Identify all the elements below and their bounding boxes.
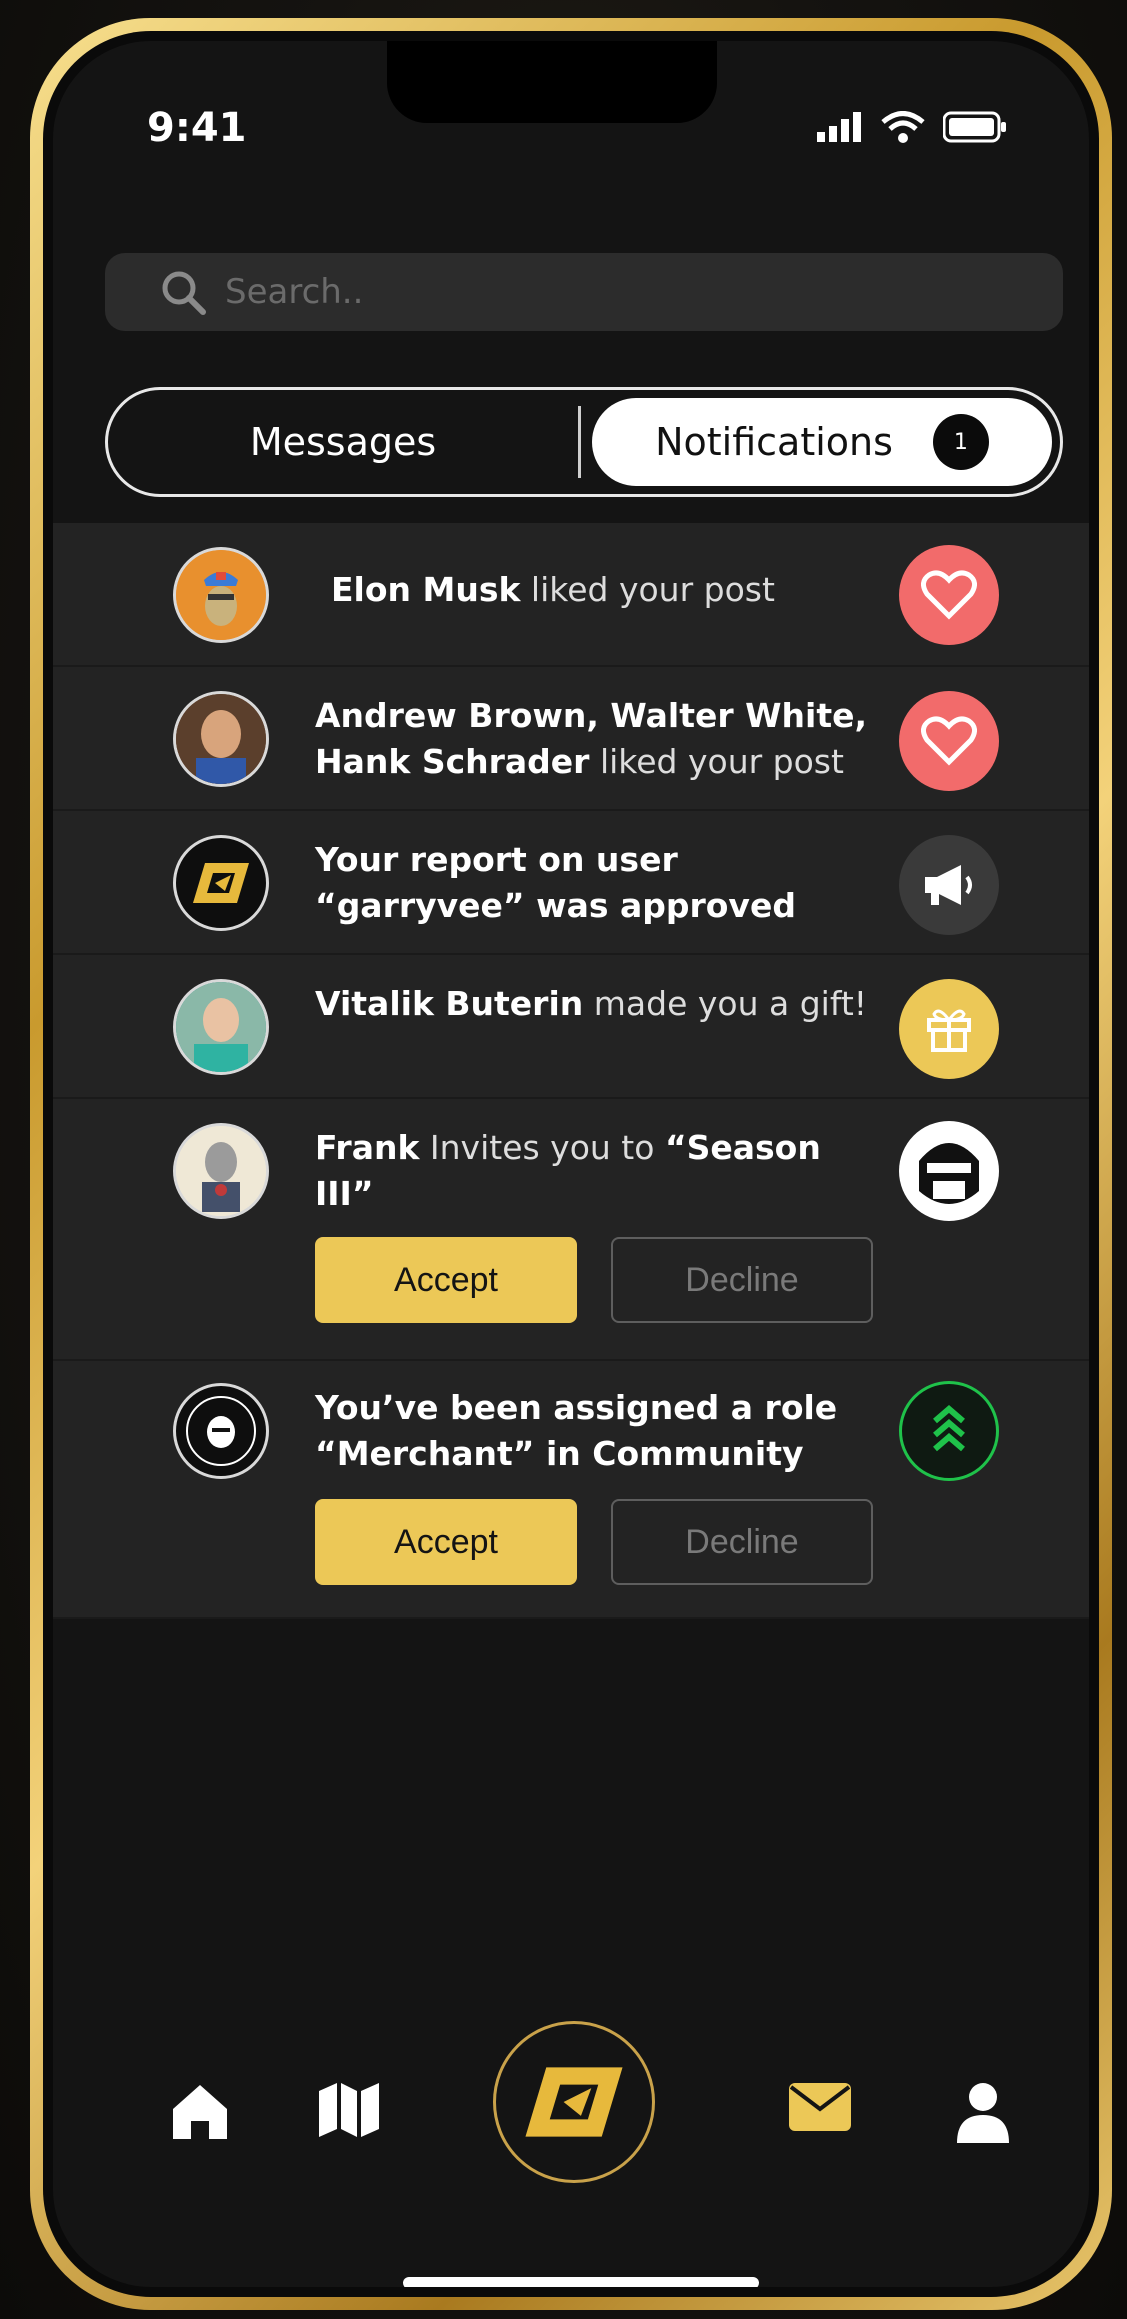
role-actions: Accept Decline <box>315 1499 873 1585</box>
gift-icon <box>927 1009 971 1052</box>
club-badge-icon <box>178 1388 264 1474</box>
notification-text: Your report on user “garryvee” was appro… <box>315 837 875 929</box>
notification-message: You’ve been assigned a role “Merchant” i… <box>315 1388 838 1473</box>
nav-profile[interactable] <box>955 2081 1011 2147</box>
battery-icon <box>943 111 1006 143</box>
ape-avatar-icon <box>176 550 266 640</box>
community-avatar-icon <box>903 1125 995 1217</box>
nav-home[interactable] <box>169 2081 231 2143</box>
nav-messages[interactable] <box>787 2081 853 2133</box>
report-indicator <box>899 835 999 935</box>
status-icons <box>817 111 1007 143</box>
screen: 9:41 Search.. Messages Notifications 1 E… <box>53 41 1089 2287</box>
notification-row[interactable]: Frank Invites you to “Season III” Accept… <box>53 1099 1089 1361</box>
notification-row[interactable]: Your report on user “garryvee” was appro… <box>53 811 1089 955</box>
avatar[interactable] <box>173 691 269 787</box>
status-time: 9:41 <box>147 105 247 151</box>
signal-icon <box>817 112 861 142</box>
like-indicator <box>899 545 999 645</box>
notification-action: made you a gift! <box>583 984 868 1023</box>
notification-actor: Vitalik Buterin <box>315 984 584 1023</box>
mail-icon <box>789 2083 851 2131</box>
accept-button[interactable]: Accept <box>315 1237 577 1323</box>
megaphone-icon <box>925 865 972 905</box>
search-icon <box>162 271 206 315</box>
phone-frame: 9:41 Search.. Messages Notifications 1 E… <box>30 18 1112 2310</box>
notification-action: liked your post <box>589 742 844 781</box>
notification-row[interactable]: Andrew Brown, Walter White, Hank Schrade… <box>53 667 1089 811</box>
search-input[interactable]: Search.. <box>225 272 363 312</box>
notification-text: You’ve been assigned a role “Merchant” i… <box>315 1385 875 1477</box>
tab-notifications-label: Notifications <box>655 420 893 464</box>
notification-actor: Elon Musk <box>331 570 521 609</box>
rank-up-icon <box>933 1405 965 1452</box>
accept-button[interactable]: Accept <box>315 1499 577 1585</box>
tab-messages[interactable]: Messages <box>108 420 578 464</box>
decline-button[interactable]: Decline <box>611 1237 873 1323</box>
notification-action: liked your post <box>520 570 775 609</box>
decline-button[interactable]: Decline <box>611 1499 873 1585</box>
avatar[interactable] <box>173 547 269 643</box>
notch <box>387 41 717 123</box>
bottom-nav <box>53 2021 1089 2231</box>
logo-icon <box>193 863 249 903</box>
phone-bezel: 9:41 Search.. Messages Notifications 1 E… <box>43 31 1099 2297</box>
avatar[interactable] <box>173 1383 269 1479</box>
avatar[interactable] <box>173 835 269 931</box>
segment-control: Messages Notifications 1 <box>105 387 1063 497</box>
invite-actions: Accept Decline <box>315 1237 873 1323</box>
notification-row[interactable]: Vitalik Buterin made you a gift! <box>53 955 1089 1099</box>
logo-icon <box>525 2067 623 2137</box>
notification-text: Vitalik Buterin made you a gift! <box>315 981 875 1027</box>
nav-center-logo[interactable] <box>493 2021 655 2183</box>
notification-text: Andrew Brown, Walter White, Hank Schrade… <box>315 693 875 785</box>
notification-row[interactable]: Elon Musk liked your post <box>53 523 1089 667</box>
search-bar[interactable]: Search.. <box>105 253 1063 331</box>
role-indicator <box>899 1381 999 1481</box>
like-indicator <box>899 691 999 791</box>
notification-message: Your report on user “garryvee” was appro… <box>315 840 796 925</box>
avatar[interactable] <box>173 979 269 1075</box>
notification-list: Elon Musk liked your post Andrew Brown, … <box>53 523 1089 1619</box>
profile-icon <box>957 2083 1009 2143</box>
gift-indicator <box>899 979 999 1079</box>
heart-icon <box>921 570 977 620</box>
tab-notifications[interactable]: Notifications 1 <box>592 398 1052 486</box>
person-avatar-icon <box>176 694 266 784</box>
map-icon <box>319 2083 379 2137</box>
notification-text: Elon Musk liked your post <box>331 567 891 613</box>
community-indicator <box>899 1121 999 1221</box>
person-avatar-icon <box>176 982 266 1072</box>
home-icon <box>173 2085 227 2139</box>
art-avatar-icon <box>176 1126 266 1216</box>
notification-count-badge: 1 <box>932 414 989 470</box>
notification-action: Invites you to <box>419 1128 665 1167</box>
tab-divider <box>578 406 581 478</box>
home-indicator[interactable] <box>403 2277 759 2287</box>
heart-icon <box>921 716 977 766</box>
nav-map[interactable] <box>317 2081 381 2139</box>
avatar[interactable] <box>173 1123 269 1219</box>
notification-actor: Frank <box>315 1128 420 1167</box>
wifi-icon <box>881 111 925 143</box>
notification-text: Frank Invites you to “Season III” <box>315 1125 875 1217</box>
notification-row[interactable]: You’ve been assigned a role “Merchant” i… <box>53 1361 1089 1619</box>
